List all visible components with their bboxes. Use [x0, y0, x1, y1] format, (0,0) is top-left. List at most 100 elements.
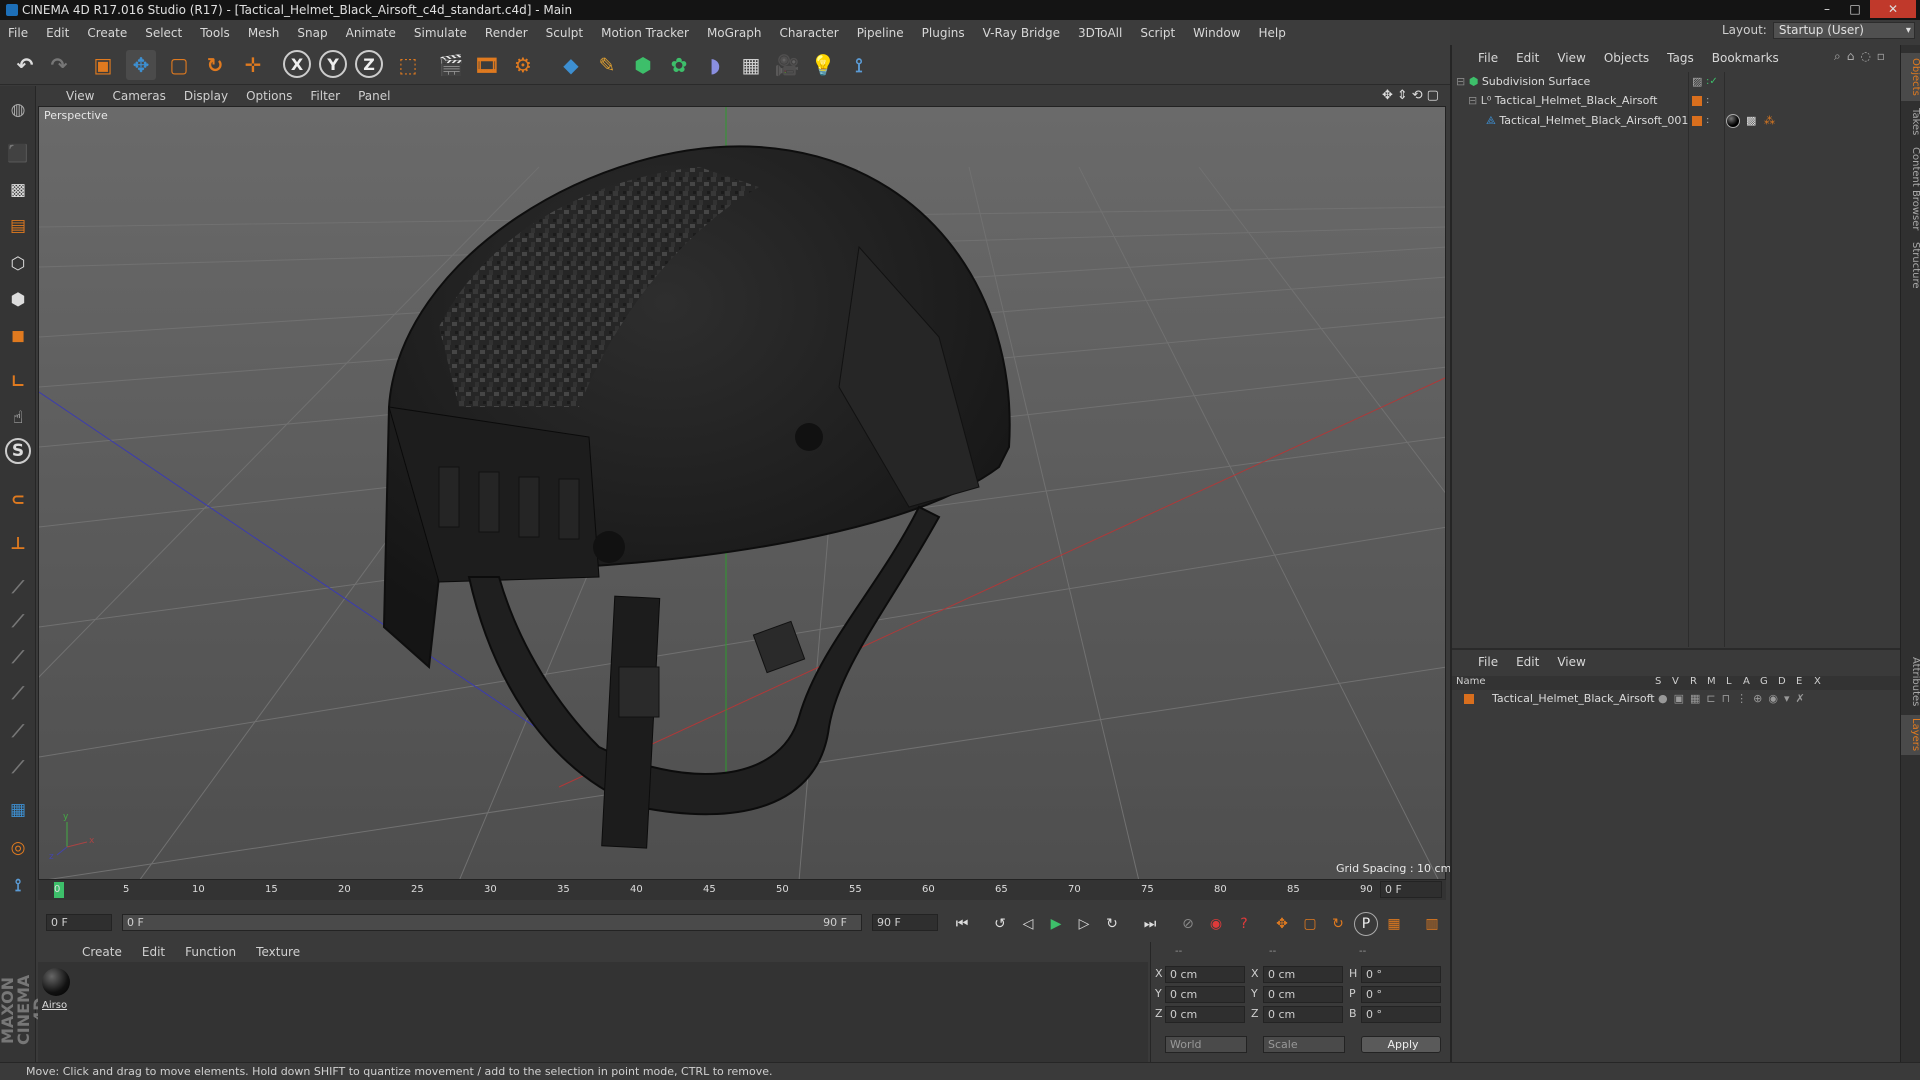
menu-pipeline[interactable]: Pipeline [857, 26, 904, 40]
perspective-viewport[interactable]: y x z [38, 106, 1446, 880]
key-parameter-icon[interactable]: P [1354, 912, 1378, 936]
material-tag-icon[interactable] [1726, 114, 1740, 128]
render-picture-viewer-icon[interactable]: 🎞 [472, 50, 502, 80]
tab-content-browser[interactable]: Content Browser [1901, 143, 1920, 235]
goto-start-icon[interactable]: ⏮ [950, 912, 974, 936]
frame-range-slider[interactable]: 0 F 90 F [122, 914, 862, 931]
texture-mode-icon[interactable]: ▩ [2, 174, 34, 206]
transform-tool-icon[interactable]: ✛ [238, 50, 268, 80]
menu-simulate[interactable]: Simulate [414, 26, 467, 40]
maximize-button[interactable]: □ [1842, 0, 1868, 18]
step-forward-icon[interactable]: ▷ [1072, 912, 1096, 936]
object-row-subdivision[interactable]: ⊟ ⬢ Subdivision Surface ▨ :✓ [1456, 73, 1900, 91]
viewport-menu-options[interactable]: Options [246, 89, 292, 103]
planar-workplane-icon[interactable]: ◎ [2, 832, 34, 864]
selection-tag-icon[interactable]: ⁂ [1764, 112, 1775, 130]
timeline-window-icon[interactable]: ▥ [1420, 912, 1444, 936]
timeline-ruler[interactable]: 0 5 10 15 20 25 30 35 40 45 50 55 60 65 … [38, 880, 1446, 900]
object-menu-tags[interactable]: Tags [1667, 51, 1694, 65]
viewport-menu-cameras[interactable]: Cameras [112, 89, 165, 103]
minimize-button[interactable]: – [1814, 0, 1840, 18]
object-menu-file[interactable]: File [1478, 51, 1498, 65]
viewport-menu-panel[interactable]: Panel [358, 89, 390, 103]
key-rotation-icon[interactable]: ↻ [1326, 912, 1350, 936]
menu-character[interactable]: Character [779, 26, 838, 40]
object-name-subdivision[interactable]: Subdivision Surface [1482, 75, 1590, 88]
size-z-field[interactable]: 0 cm [1263, 1006, 1343, 1023]
size-y-field[interactable]: 0 cm [1263, 986, 1343, 1003]
key-position-icon[interactable]: ✥ [1270, 912, 1294, 936]
cube-primitive-icon[interactable]: ◆ [556, 50, 586, 80]
end-frame-field[interactable]: 90 F [872, 914, 938, 931]
z-axis-lock-icon[interactable]: Z [355, 50, 383, 78]
tab-structure[interactable]: Structure [1901, 239, 1920, 291]
tab-takes[interactable]: Takes [1901, 105, 1920, 139]
menu-file[interactable]: File [8, 26, 28, 40]
object-menu-bookmarks[interactable]: Bookmarks [1712, 51, 1779, 65]
tweak-mode-icon[interactable]: ☝ [2, 402, 34, 434]
python-icon[interactable]: ⟟ [844, 50, 874, 80]
magnet-icon[interactable]: ⊂ [2, 484, 34, 516]
visibility-dots-icon[interactable]: : [1706, 92, 1709, 110]
material-swatch[interactable] [42, 968, 70, 996]
material-menu-function[interactable]: Function [185, 945, 236, 959]
visibility-dots-icon[interactable]: : [1706, 112, 1709, 130]
menu-mesh[interactable]: Mesh [248, 26, 280, 40]
layer-color-orange-icon[interactable] [1692, 96, 1702, 106]
goto-next-key-icon[interactable]: ↻ [1100, 912, 1124, 936]
coordinate-system-icon[interactable]: ⬚ [393, 50, 423, 80]
spline-pen-icon[interactable]: ✎ [592, 50, 622, 80]
object-name-helmet-001[interactable]: Tactical_Helmet_Black_Airsoft_001 [1499, 114, 1688, 127]
autokey-icon[interactable]: ◉ [1204, 912, 1228, 936]
size-mode-dropdown[interactable]: Scale [1263, 1036, 1345, 1053]
rotate-tool-icon[interactable]: ↻ [200, 50, 230, 80]
layer-row[interactable]: Tactical_Helmet_Black_Airsoft ●▣▦⊏⊓⋮⊕◉▾✗ [1464, 690, 1900, 708]
model-mode-icon[interactable]: ⬛ [2, 138, 34, 170]
collapse-icon[interactable]: ⊟ [1456, 75, 1465, 88]
step-back-icon[interactable]: ◁ [1016, 912, 1040, 936]
layer-menu-edit[interactable]: Edit [1516, 655, 1539, 669]
menu-motion-tracker[interactable]: Motion Tracker [601, 26, 689, 40]
viewport-nav-icons[interactable]: ✥⇕⟲▢ [1382, 88, 1443, 103]
object-row-helmet[interactable]: ⊟ L⁰ Tactical_Helmet_Black_Airsoft : [1468, 92, 1900, 110]
close-button[interactable]: ✕ [1870, 0, 1916, 18]
viewport-menu-view[interactable]: View [66, 89, 94, 103]
menu-tools[interactable]: Tools [200, 26, 230, 40]
position-z-field[interactable]: 0 cm [1165, 1006, 1245, 1023]
light-icon[interactable]: 💡 [808, 50, 838, 80]
material-name[interactable]: Airso [42, 1000, 67, 1011]
collapse-icon[interactable]: ⊟ [1468, 94, 1477, 107]
polygons-mode-icon[interactable]: ◼ [2, 320, 34, 352]
menu-3dtoall[interactable]: 3DToAll [1078, 26, 1122, 40]
tab-attributes[interactable]: Attributes [1901, 653, 1920, 711]
object-menu-view[interactable]: View [1557, 51, 1585, 65]
record-keys-icon[interactable]: ⊘ [1176, 912, 1200, 936]
rotation-p-field[interactable]: 0 ° [1361, 986, 1441, 1003]
tab-objects[interactable]: Objects [1901, 53, 1920, 101]
material-menu-texture[interactable]: Texture [256, 945, 300, 959]
material-menu-edit[interactable]: Edit [142, 945, 165, 959]
python-script-icon[interactable]: ⟟ [2, 870, 34, 902]
object-menu-objects[interactable]: Objects [1604, 51, 1649, 65]
y-axis-lock-icon[interactable]: Y [319, 50, 347, 78]
layer-color-swatch[interactable] [1464, 694, 1474, 704]
viewport-menu-display[interactable]: Display [184, 89, 228, 103]
menu-window[interactable]: Window [1193, 26, 1240, 40]
apply-button[interactable]: Apply [1361, 1036, 1441, 1053]
layer-name[interactable]: Tactical_Helmet_Black_Airsoft [1492, 690, 1655, 708]
locked-workplane-icon[interactable]: ▦ [2, 794, 34, 826]
layer-menu-view[interactable]: View [1557, 655, 1585, 669]
snap-icon[interactable]: S [5, 438, 31, 464]
menu-create[interactable]: Create [87, 26, 127, 40]
uvw-tag-icon[interactable]: ▩ [1746, 112, 1756, 130]
menu-animate[interactable]: Animate [346, 26, 396, 40]
floor-scene-icon[interactable]: ▦ [736, 50, 766, 80]
menu-select[interactable]: Select [145, 26, 182, 40]
live-selection-icon[interactable]: ▣ [88, 50, 118, 80]
material-menu-create[interactable]: Create [82, 945, 122, 959]
menu-sculpt[interactable]: Sculpt [546, 26, 583, 40]
enabled-check-icon[interactable]: :✓ [1706, 73, 1718, 91]
deformer-icon[interactable]: ◗ [700, 50, 730, 80]
menu-snap[interactable]: Snap [297, 26, 327, 40]
object-row-helmet-001[interactable]: ⟁ Tactical_Helmet_Black_Airsoft_001 : ▩ … [1486, 112, 1900, 130]
